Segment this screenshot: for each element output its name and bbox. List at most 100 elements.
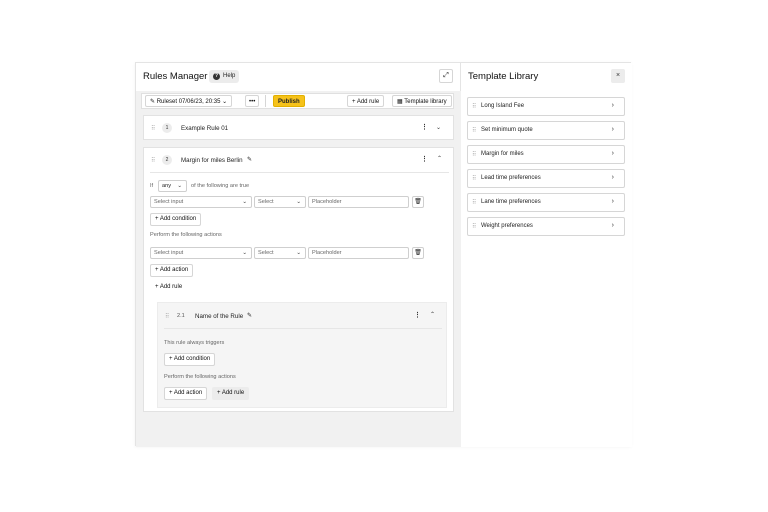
template-item-label: Lane time preferences <box>481 199 541 205</box>
drag-handle-icon: ⠿ <box>472 128 477 134</box>
any-value: any <box>162 183 172 189</box>
chevron-down-icon: ⌄ <box>242 199 247 205</box>
always-triggers-text: This rule always triggers <box>164 340 225 346</box>
pencil-icon: ✎ <box>150 99 156 105</box>
action-operator-select[interactable]: Select ⌄ <box>254 247 306 259</box>
chevron-up-icon[interactable]: ⌃ <box>437 155 442 162</box>
divider <box>164 328 442 329</box>
if-label: If <box>150 183 154 189</box>
chevron-right-icon: › <box>611 222 614 229</box>
rule-card-1[interactable]: ⠿ 1 Example Rule 01 ⋮ ⌄ <box>143 115 454 140</box>
drag-handle-icon: ⠿ <box>472 200 477 206</box>
add-condition-button[interactable]: + Add condition <box>164 353 216 366</box>
action-input-select[interactable]: Select input ⌄ <box>150 247 252 259</box>
rule-card-2: ⠿ 2 Margin for miles Berlin ✎ ⋮ ⌃ If any… <box>143 147 454 412</box>
chevron-right-icon: › <box>611 150 614 157</box>
input-placeholder: Select input <box>154 250 184 256</box>
template-item[interactable]: ⠿ Lead time preferences › <box>467 169 625 188</box>
condition-input-select[interactable]: Select input ⌄ <box>150 196 252 208</box>
expand-icon[interactable]: ⤢ <box>439 69 453 83</box>
action-value-input[interactable]: Placeholder <box>308 247 409 259</box>
condition-value-input[interactable]: Placeholder <box>308 196 409 208</box>
page-title: Rules Manager <box>143 71 208 82</box>
grid-icon: ▦ <box>397 99 403 105</box>
template-library-title: Template Library <box>468 71 539 82</box>
value-placeholder: Placeholder <box>312 250 342 256</box>
template-item-label: Set minimum quote <box>481 127 533 133</box>
ruleset-label: Ruleset 07/06/23, 20:35 <box>156 99 221 105</box>
template-library-button[interactable]: ▦ Template library <box>392 95 452 107</box>
add-action-button[interactable]: + Add action <box>150 264 194 277</box>
rule-name: Margin for miles Berlin <box>181 157 243 164</box>
actions-description: Perform the following actions <box>150 232 222 238</box>
chevron-right-icon: › <box>611 174 614 181</box>
toolbar-divider <box>265 95 266 107</box>
template-library-panel: Template Library × ⠿ Long Island Fee › ⠿… <box>461 63 632 447</box>
rule-number: 2.1 <box>177 313 185 319</box>
rule-name: Example Rule 01 <box>181 125 229 132</box>
trash-icon[interactable]: 🗑 <box>412 247 424 259</box>
chevron-down-icon: ⌄ <box>222 99 228 105</box>
kebab-menu-icon[interactable]: ⋮ <box>421 123 428 131</box>
chevron-right-icon: › <box>611 126 614 133</box>
input-placeholder: Select input <box>154 199 184 205</box>
trash-icon[interactable]: 🗑 <box>412 196 424 208</box>
drag-handle-icon[interactable]: ⠿ <box>151 157 156 164</box>
template-item-label: Lead time preferences <box>481 175 541 181</box>
kebab-menu-icon[interactable]: ⋮ <box>414 311 421 319</box>
rule-number: 2 <box>162 155 172 165</box>
template-item[interactable]: ⠿ Long Island Fee › <box>467 97 625 116</box>
value-placeholder: Placeholder <box>312 199 342 205</box>
drag-handle-icon: ⠿ <box>472 152 477 158</box>
select-placeholder: Select <box>258 250 274 256</box>
help-label: Help <box>223 73 236 79</box>
rules-manager-header: Rules Manager ? Help ⤢ <box>136 63 461 91</box>
chevron-up-icon[interactable]: ⌃ <box>430 311 435 318</box>
select-placeholder: Select <box>258 199 274 205</box>
drag-handle-icon: ⠿ <box>472 176 477 182</box>
chevron-down-icon: ⌄ <box>177 183 182 189</box>
chevron-down-icon: ⌄ <box>296 250 301 256</box>
drag-handle-icon[interactable]: ⠿ <box>151 125 156 132</box>
more-button[interactable]: ••• <box>245 95 260 107</box>
add-rule-button[interactable]: + Add rule <box>347 95 385 107</box>
kebab-menu-icon[interactable]: ⋮ <box>421 155 428 163</box>
question-icon: ? <box>213 73 220 80</box>
actions-description: Perform the following actions <box>164 374 236 380</box>
publish-button[interactable]: Publish <box>273 95 305 107</box>
pencil-icon[interactable]: ✎ <box>247 312 252 319</box>
chevron-down-icon[interactable]: ⌄ <box>436 124 441 131</box>
template-item[interactable]: ⠿ Margin for miles › <box>467 145 625 164</box>
rules-manager-panel: Rules Manager ? Help ⤢ ✎ Ruleset 07/06/2… <box>136 63 461 447</box>
ruleset-dropdown[interactable]: ✎ Ruleset 07/06/23, 20:35 ⌄ <box>145 95 233 107</box>
chevron-down-icon: ⌄ <box>296 199 301 205</box>
help-button[interactable]: ? Help <box>209 70 240 83</box>
template-item[interactable]: ⠿ Weight preferences › <box>467 217 625 236</box>
template-item-label: Weight preferences <box>481 223 533 229</box>
divider <box>150 172 449 173</box>
rule-name: Name of the Rule <box>195 313 244 320</box>
add-rule-button[interactable]: + Add rule <box>150 281 187 294</box>
template-item-label: Margin for miles <box>481 151 524 157</box>
rule-card-2-1: ⠿ 2.1 Name of the Rule ✎ ⋮ ⌃ This rule a… <box>157 302 447 408</box>
add-action-button[interactable]: + Add action <box>164 387 208 400</box>
chevron-right-icon: › <box>611 102 614 109</box>
any-select[interactable]: any ⌄ <box>158 180 187 192</box>
drag-handle-icon[interactable]: ⠿ <box>165 313 170 320</box>
toolbar: ✎ Ruleset 07/06/23, 20:35 ⌄ ••• Publish … <box>141 93 454 109</box>
drag-handle-icon: ⠿ <box>472 224 477 230</box>
close-icon[interactable]: × <box>611 69 625 83</box>
add-rule-button[interactable]: + Add rule <box>212 387 250 400</box>
chevron-right-icon: › <box>611 198 614 205</box>
condition-operator-select[interactable]: Select ⌄ <box>254 196 306 208</box>
add-condition-button[interactable]: + Add condition <box>150 213 202 226</box>
rule-number: 1 <box>162 123 172 133</box>
condition-description: of the following are true <box>191 183 250 189</box>
template-library-label: Template library <box>404 99 447 105</box>
template-item-label: Long Island Fee <box>481 103 525 109</box>
template-item[interactable]: ⠿ Lane time preferences › <box>467 193 625 212</box>
pencil-icon[interactable]: ✎ <box>247 156 252 163</box>
template-item[interactable]: ⠿ Set minimum quote › <box>467 121 625 140</box>
drag-handle-icon: ⠿ <box>472 104 477 110</box>
chevron-down-icon: ⌄ <box>242 250 247 256</box>
